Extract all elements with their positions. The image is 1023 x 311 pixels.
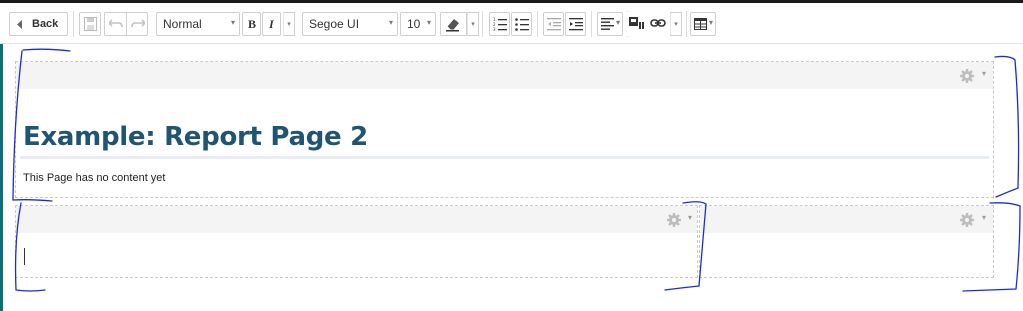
toolbar-divider bbox=[73, 11, 74, 37]
ordered-list-button[interactable]: 123 bbox=[489, 12, 510, 36]
eraser-icon bbox=[445, 16, 461, 35]
align-button[interactable]: ▾ bbox=[597, 12, 623, 36]
chevron-down-icon: ▾ bbox=[426, 18, 431, 27]
section-header: ▾ bbox=[700, 206, 993, 233]
gear-icon[interactable] bbox=[667, 212, 681, 231]
redo-button[interactable] bbox=[126, 12, 148, 36]
section-header: ▾ bbox=[16, 206, 697, 233]
font-size-select[interactable]: 10 ▾ bbox=[400, 12, 436, 36]
chevron-down-icon: ▾ bbox=[230, 18, 235, 27]
page-body-text: This Page has no content yet bbox=[23, 172, 166, 184]
ordered-list-icon: 123 bbox=[493, 17, 507, 34]
media-icon bbox=[629, 15, 645, 34]
gear-icon[interactable] bbox=[960, 68, 974, 87]
font-family-select[interactable]: Segoe UI ▾ bbox=[302, 12, 398, 36]
indent-icon bbox=[569, 17, 583, 34]
redo-icon bbox=[131, 18, 147, 32]
toolbar-divider bbox=[686, 11, 687, 37]
paragraph-style-value: Normal bbox=[163, 17, 202, 31]
chevron-down-icon[interactable]: ▾ bbox=[688, 213, 692, 222]
bold-label: B bbox=[248, 17, 257, 31]
link-button[interactable] bbox=[647, 12, 669, 36]
format-dropdown[interactable]: ▾ bbox=[467, 12, 479, 36]
media-button[interactable] bbox=[625, 12, 647, 36]
undo-button[interactable] bbox=[104, 12, 126, 36]
text-cursor bbox=[24, 248, 25, 265]
unordered-list-icon bbox=[515, 17, 529, 34]
bold-button[interactable]: B bbox=[242, 12, 261, 36]
table-icon bbox=[694, 18, 707, 33]
undo-icon bbox=[107, 18, 123, 32]
left-accent-bar bbox=[0, 3, 3, 311]
section-header: ▾ bbox=[16, 62, 993, 89]
font-size-value: 10 bbox=[407, 17, 421, 31]
indent-button[interactable] bbox=[565, 12, 586, 36]
toolbar-divider bbox=[482, 11, 483, 37]
paragraph-style-select[interactable]: Normal ▾ bbox=[156, 12, 240, 36]
unordered-list-button[interactable] bbox=[511, 12, 532, 36]
insert-dropdown[interactable]: ▾ bbox=[670, 12, 682, 36]
font-family-value: Segoe UI bbox=[309, 17, 360, 31]
link-icon bbox=[650, 18, 666, 31]
text-style-dropdown[interactable]: ▾ bbox=[283, 12, 295, 36]
outdent-icon bbox=[547, 17, 561, 34]
chevron-down-icon: ▾ bbox=[615, 18, 620, 27]
gear-icon[interactable] bbox=[960, 212, 974, 231]
page-title: Example: Report Page 2 bbox=[23, 122, 368, 152]
toolbar-divider bbox=[591, 11, 592, 37]
chevron-left-icon bbox=[17, 20, 23, 32]
toolbar-divider bbox=[537, 11, 538, 37]
chevron-down-icon: ▾ bbox=[388, 18, 393, 27]
editor-toolbar: Back Normal ▾ B I ▾ Segoe UI ▾ 10 ▾ ▾ 1 … bbox=[0, 3, 1023, 44]
outdent-button[interactable] bbox=[543, 12, 564, 36]
svg-text:3: 3 bbox=[493, 27, 496, 31]
italic-button[interactable]: I bbox=[262, 12, 281, 36]
content-section-2[interactable]: ▾ bbox=[15, 205, 698, 278]
save-button[interactable] bbox=[79, 12, 101, 36]
back-label: Back bbox=[32, 18, 59, 30]
save-icon bbox=[84, 17, 97, 34]
align-icon bbox=[601, 18, 614, 33]
back-button[interactable]: Back bbox=[9, 12, 68, 36]
annotation-bracket-mark bbox=[22, 48, 71, 52]
title-underline bbox=[20, 156, 989, 159]
chevron-down-icon[interactable]: ▾ bbox=[982, 213, 986, 222]
clear-format-button[interactable] bbox=[440, 12, 467, 36]
table-button[interactable]: ▾ bbox=[690, 12, 716, 36]
annotation-bracket-mark bbox=[12, 199, 53, 202]
chevron-down-icon: ▾ bbox=[708, 18, 713, 27]
annotation-bracket-mark bbox=[994, 55, 1020, 198]
italic-label: I bbox=[269, 17, 274, 31]
chevron-down-icon[interactable]: ▾ bbox=[982, 69, 986, 78]
content-section-3[interactable]: ▾ bbox=[699, 205, 994, 278]
